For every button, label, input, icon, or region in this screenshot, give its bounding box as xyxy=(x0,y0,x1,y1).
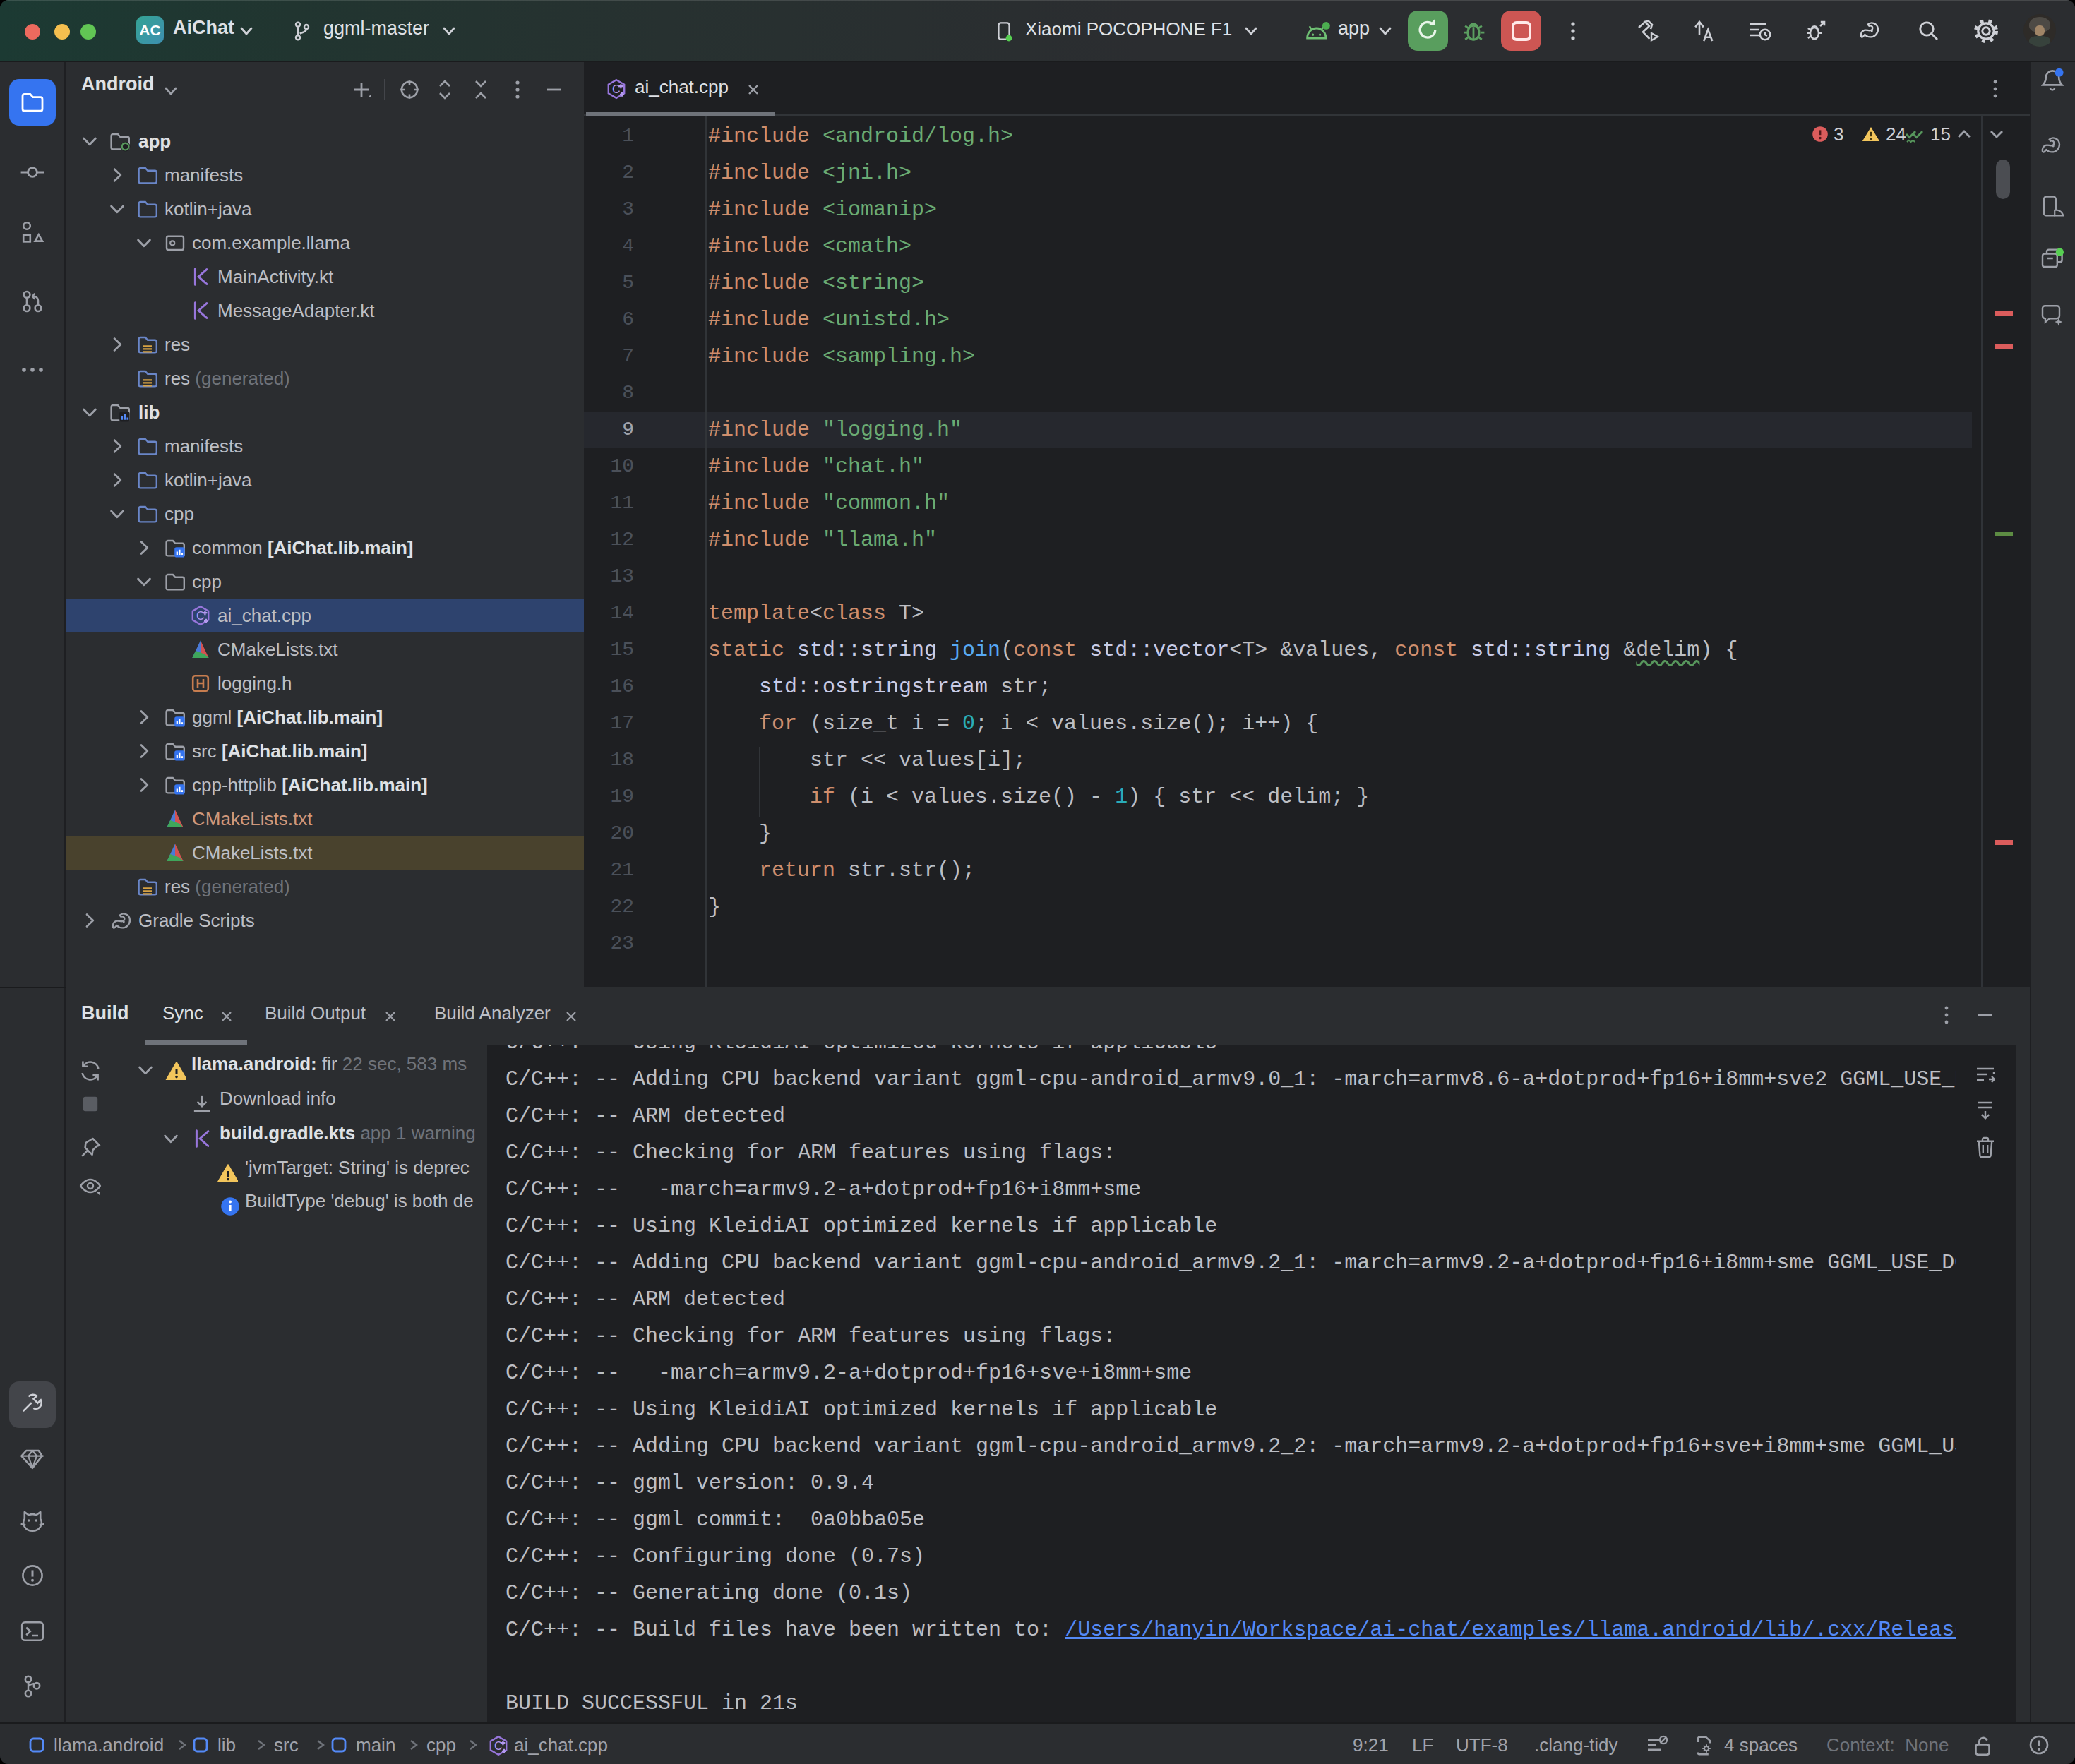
svg-text:C: C xyxy=(196,610,205,622)
svg-text:C: C xyxy=(494,1740,503,1752)
svg-text:C: C xyxy=(612,83,621,95)
